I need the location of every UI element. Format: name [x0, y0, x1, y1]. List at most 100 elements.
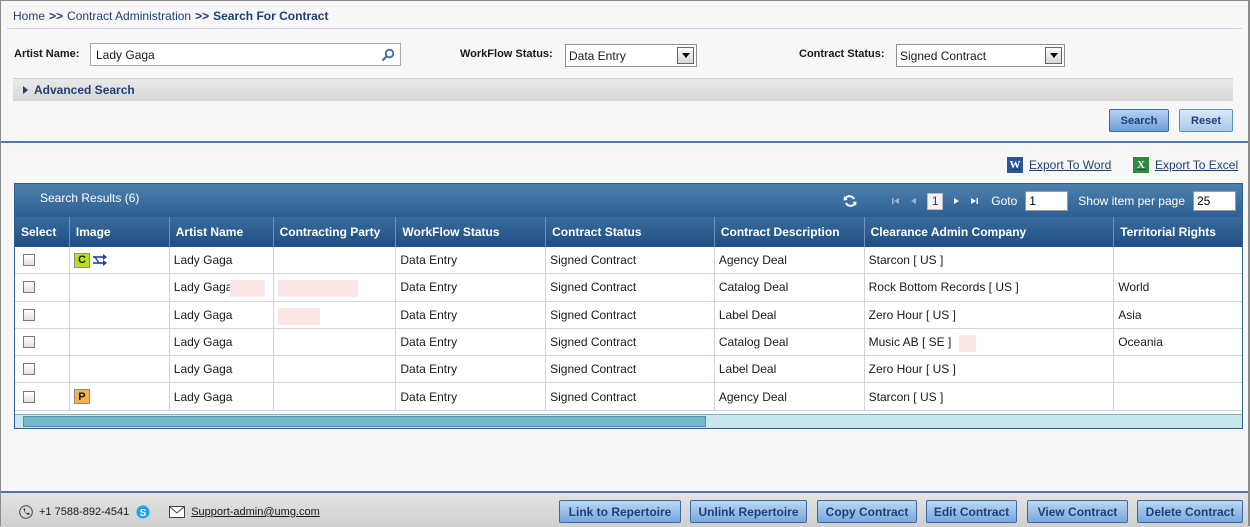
- contract-status-select[interactable]: Signed Contract: [896, 44, 1065, 67]
- skype-icon[interactable]: S: [135, 504, 151, 520]
- reset-button[interactable]: Reset: [1179, 109, 1233, 132]
- image-cell: [70, 328, 170, 356]
- next-page-icon[interactable]: [951, 195, 961, 207]
- section-divider: [1, 141, 1248, 143]
- grid-body: C Lady Gaga Data Entry Signed Contract Agenc…: [15, 247, 1242, 411]
- artist-name-cell-text: Lady Gaga: [173, 253, 233, 268]
- workflow-status-cell-text: Data Entry: [400, 280, 458, 295]
- link-arrows-icon[interactable]: [92, 253, 108, 267]
- advanced-search-toggle[interactable]: Advanced Search: [13, 78, 1233, 101]
- clearance-admin-company-cell: Zero Hour [ US ]: [865, 356, 1115, 383]
- refresh-icon[interactable]: [843, 194, 857, 208]
- contract-badge-c[interactable]: C: [73, 252, 90, 268]
- artist-name-cell-text: Lady Gaga: [173, 307, 233, 322]
- row-select-checkbox[interactable]: [23, 308, 35, 321]
- territorial-rights-cell: Asia: [1114, 302, 1242, 328]
- column-header-artist-name[interactable]: Artist Name: [170, 217, 274, 247]
- search-results-grid: Search Results (6) 1 Goto Show item per …: [14, 183, 1243, 429]
- breadcrumb-separator: >>: [195, 9, 210, 23]
- select-cell: [15, 383, 70, 410]
- support-email-link[interactable]: Support-admin@umg.com: [191, 506, 320, 518]
- select-cell: [15, 301, 70, 328]
- table-row[interactable]: Lady Gaga Data Entry Signed Contract Catalo…: [15, 274, 1242, 302]
- column-header-contract-description[interactable]: Contract Description: [715, 217, 865, 247]
- artist-name-input[interactable]: Lady Gaga: [90, 43, 401, 66]
- table-row[interactable]: Lady Gaga Data Entry Signed Contract Label …: [15, 301, 1242, 329]
- select-cell: [15, 328, 70, 356]
- territorial-rights-cell: [1114, 383, 1242, 409]
- territorial-rights-cell: World: [1114, 274, 1242, 300]
- scrollbar-thumb[interactable]: [23, 416, 706, 427]
- edit-contract-button[interactable]: Edit Contract: [926, 500, 1017, 523]
- current-page-number[interactable]: 1: [927, 192, 944, 210]
- first-page-icon[interactable]: [891, 195, 901, 207]
- image-cell: C: [70, 247, 170, 274]
- column-header-workflow-status[interactable]: WorkFlow Status: [396, 217, 547, 247]
- clearance-admin-company-cell: Rock Bottom Records [ US ]: [865, 274, 1115, 301]
- workflow-status-value: Data Entry: [569, 48, 626, 63]
- territorial-rights-cell: [1114, 247, 1242, 273]
- workflow-status-cell: Data Entry: [396, 383, 547, 410]
- contract-description-cell: Label Deal: [715, 356, 865, 383]
- view-contract-button[interactable]: View Contract: [1027, 500, 1128, 523]
- svg-text:S: S: [140, 508, 147, 519]
- export-to-word-link[interactable]: W Export To Word: [1007, 157, 1111, 173]
- contract-description-cell: Agency Deal: [715, 247, 865, 274]
- contract-description-cell-text: Label Deal: [718, 362, 777, 377]
- contract-description-cell: Catalog Deal: [715, 274, 865, 301]
- app-frame: Home >> Contract Administration >> Searc…: [0, 0, 1250, 527]
- last-page-icon[interactable]: [969, 195, 979, 207]
- excel-icon: X: [1133, 157, 1149, 173]
- row-select-checkbox[interactable]: [23, 254, 35, 267]
- grid-toolbar: Search Results (6) 1 Goto Show item per …: [15, 184, 1242, 217]
- row-select-checkbox[interactable]: [23, 281, 35, 294]
- table-row[interactable]: C Lady Gaga Data Entry Signed Contract Agenc…: [15, 247, 1242, 275]
- table-row[interactable]: P Lady Gaga Data Entry Signed Contract Agenc…: [15, 383, 1242, 411]
- workflow-status-cell-text: Data Entry: [400, 362, 458, 377]
- caret-right-icon: [23, 86, 28, 94]
- contracting-party-cell: [274, 328, 397, 356]
- search-results-title: Search Results (6): [40, 191, 140, 205]
- image-cell: P: [70, 383, 170, 410]
- workflow-status-label: WorkFlow Status:: [460, 48, 553, 60]
- contract-status-value: Signed Contract: [900, 48, 987, 63]
- export-to-excel-link[interactable]: X Export To Excel: [1133, 157, 1238, 173]
- prev-page-icon[interactable]: [909, 195, 919, 207]
- column-header-contracting-party[interactable]: Contracting Party: [274, 217, 397, 247]
- copy-contract-button[interactable]: Copy Contract: [817, 500, 917, 523]
- contract-status-cell: Signed Contract: [546, 247, 715, 274]
- breadcrumb-contract-administration[interactable]: Contract Administration: [67, 9, 191, 23]
- table-row[interactable]: Lady Gaga Data Entry Signed Contract Label …: [15, 356, 1242, 384]
- contracting-party-cell: [274, 383, 397, 410]
- row-select-checkbox[interactable]: [23, 363, 35, 376]
- clearance-admin-company-cell: Zero Hour [ US ]: [865, 301, 1115, 328]
- items-per-page-input[interactable]: [1193, 191, 1236, 211]
- column-header-clearance-admin-company[interactable]: Clearance Admin Company: [865, 217, 1115, 247]
- image-cell: [70, 356, 170, 383]
- horizontal-scrollbar[interactable]: [15, 414, 1242, 428]
- search-button[interactable]: Search: [1109, 109, 1169, 132]
- search-icon[interactable]: [382, 48, 395, 61]
- column-header-contract-status[interactable]: Contract Status: [546, 217, 715, 247]
- contract-badge-p[interactable]: P: [73, 389, 90, 405]
- row-select-checkbox[interactable]: [23, 336, 35, 349]
- goto-input[interactable]: [1025, 191, 1069, 211]
- contract-status-cell-text: Signed Contract: [550, 253, 637, 268]
- contract-status-cell-text: Signed Contract: [550, 335, 637, 350]
- contract-status-cell-text: Signed Contract: [550, 280, 637, 295]
- chevron-down-icon[interactable]: [1045, 47, 1062, 64]
- contracting-party-cell: [274, 356, 397, 383]
- delete-contract-button[interactable]: Delete Contract: [1137, 500, 1243, 523]
- chevron-down-icon[interactable]: [677, 47, 694, 64]
- row-select-checkbox[interactable]: [23, 390, 35, 403]
- column-header-territorial-rights[interactable]: Territorial Rights: [1114, 217, 1242, 247]
- breadcrumb-home[interactable]: Home: [13, 9, 45, 23]
- column-header-image[interactable]: Image: [70, 217, 170, 247]
- column-header-select[interactable]: Select: [15, 217, 70, 247]
- unlink-repertoire-button[interactable]: Unlink Repertoire: [690, 500, 807, 523]
- contract-description-cell-text: Label Deal: [718, 307, 777, 322]
- link-to-repertoire-button[interactable]: Link to Repertoire: [559, 500, 681, 523]
- pager: 1 Goto Show item per page: [843, 190, 1236, 212]
- table-row[interactable]: Lady Gaga Data Entry Signed Contract Catalo…: [15, 328, 1242, 357]
- workflow-status-select[interactable]: Data Entry: [565, 44, 697, 67]
